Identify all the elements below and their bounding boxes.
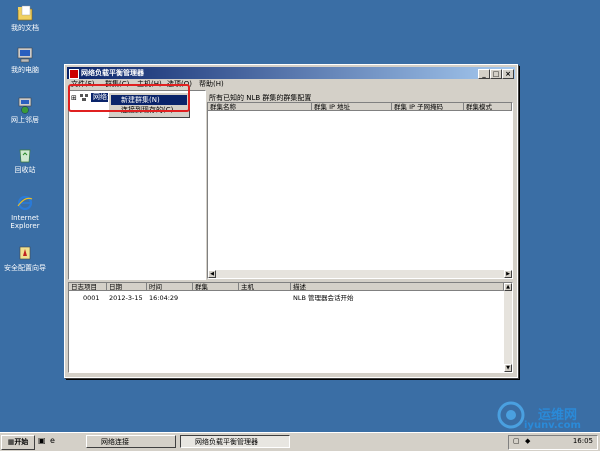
- column-cluster-name[interactable]: 群集名称: [208, 103, 312, 111]
- app-icon: [69, 69, 79, 79]
- column-log-date[interactable]: 日期: [107, 283, 147, 291]
- scroll-down-arrow[interactable]: ▼: [504, 364, 512, 372]
- desktop-icon-my-computer[interactable]: 我的电脑: [2, 46, 48, 74]
- scroll-up-arrow[interactable]: ▲: [504, 283, 512, 291]
- close-button[interactable]: ×: [502, 69, 514, 79]
- desktop-icon-label: 安全配置向导: [4, 264, 46, 272]
- taskbar-button-network-connections[interactable]: 网络连接: [86, 435, 176, 448]
- window-title: 网络负载平衡管理器: [81, 69, 144, 77]
- log-item-cell: 0001: [83, 294, 100, 302]
- desktop-icon-label: 网上邻居: [11, 116, 39, 124]
- desktop-icon-label: Internet Explorer: [10, 214, 40, 230]
- log-row[interactable]: 0001 2012-3-15 16:04:29 NLB 管理器会话开始: [69, 294, 504, 303]
- column-cluster-mode[interactable]: 群集模式: [464, 103, 512, 111]
- desktop-icon-security-wizard[interactable]: 安全配置向导: [2, 244, 48, 272]
- watermark-logo-icon: [497, 401, 525, 429]
- column-log-description[interactable]: 描述: [291, 283, 504, 291]
- column-log-time[interactable]: 时间: [147, 283, 193, 291]
- log-date-cell: 2012-3-15: [109, 294, 143, 302]
- column-cluster-subnet[interactable]: 群集 IP 子网掩码: [392, 103, 464, 111]
- tray-security-icon[interactable]: ◆: [525, 437, 530, 445]
- network-icon: [18, 97, 32, 114]
- cluster-list-pane[interactable]: 群集名称 群集 IP 地址 群集 IP 子网掩码 群集模式 ◀ ▶: [207, 102, 513, 279]
- folder-icon: [17, 5, 33, 21]
- scroll-right-arrow[interactable]: ▶: [504, 270, 512, 278]
- log-pane[interactable]: 日志项目 日期 时间 群集 主机 描述 0001 2012-3-15 16:04…: [68, 282, 513, 373]
- horizontal-scrollbar[interactable]: ◀ ▶: [208, 270, 512, 278]
- taskbar: ▦开始 ▣ e 网络连接 网络负载平衡管理器 ▢ ◆ 16:05: [0, 432, 600, 451]
- log-vertical-scrollbar[interactable]: ▲ ▼: [504, 283, 512, 372]
- log-time-cell: 16:04:29: [149, 294, 179, 302]
- scroll-left-arrow[interactable]: ◀: [208, 270, 216, 278]
- recycle-bin-icon: [19, 149, 31, 163]
- column-log-item[interactable]: 日志项目: [69, 283, 107, 291]
- desktop-icon-label: 我的电脑: [11, 66, 39, 74]
- column-cluster-ip[interactable]: 群集 IP 地址: [312, 103, 392, 111]
- minimize-button[interactable]: _: [478, 69, 490, 79]
- desktop-icon-label: 回收站: [14, 166, 36, 174]
- column-log-cluster[interactable]: 群集: [193, 283, 239, 291]
- tray-network-icon[interactable]: ▢: [513, 437, 520, 445]
- highlight-box: [68, 84, 190, 112]
- menu-help[interactable]: 帮助(H): [199, 80, 224, 89]
- desktop-icon-recycle-bin[interactable]: 回收站: [2, 146, 48, 174]
- log-description-cell: NLB 管理器会话开始: [293, 294, 354, 302]
- quick-launch-desktop-icon[interactable]: ▣: [38, 436, 46, 445]
- column-log-host[interactable]: 主机: [239, 283, 291, 291]
- cluster-tree-pane[interactable]: ⊞ 网络负载平衡群集: [68, 90, 206, 280]
- security-wizard-icon: [19, 246, 31, 260]
- computer-icon: [17, 47, 33, 63]
- taskbar-button-nlb-manager[interactable]: 网络负载平衡管理器: [180, 435, 290, 448]
- desktop-icon-internet-explorer[interactable]: Internet Explorer: [2, 194, 48, 230]
- start-button[interactable]: ▦开始: [1, 435, 35, 450]
- desktop-icon-network[interactable]: 网上邻居: [2, 96, 48, 124]
- quick-launch-ie-icon[interactable]: e: [50, 436, 55, 445]
- maximize-button[interactable]: □: [490, 69, 502, 79]
- desktop-icon-label: 我的文档: [11, 24, 39, 32]
- watermark-line2: iyunv.com: [524, 420, 581, 431]
- start-label: 开始: [14, 438, 29, 446]
- title-bar[interactable]: 网络负载平衡管理器 _ □ ×: [67, 67, 515, 79]
- clock[interactable]: 16:05: [573, 437, 593, 445]
- system-tray: ▢ ◆ 16:05: [508, 435, 598, 450]
- desktop-icon-my-documents[interactable]: 我的文档: [2, 4, 48, 32]
- ie-icon: [17, 195, 33, 211]
